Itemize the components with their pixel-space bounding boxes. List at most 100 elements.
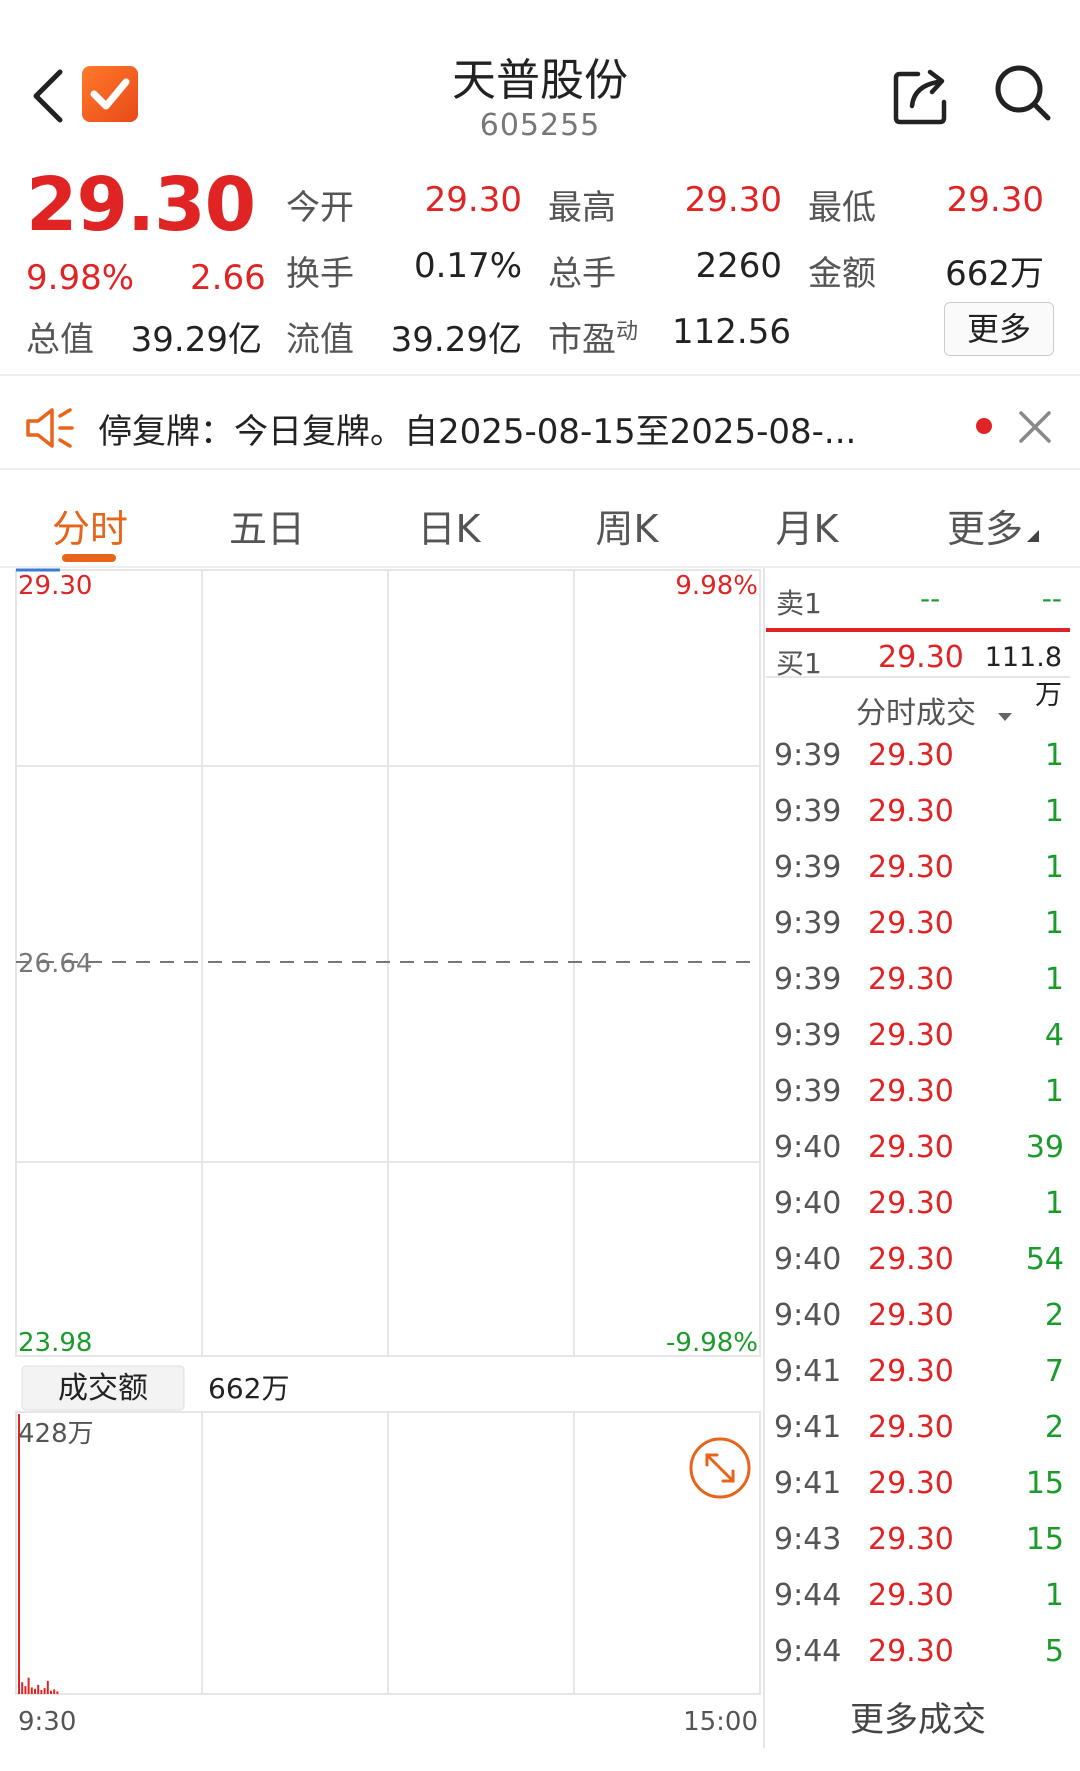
trade-price: 29.30 bbox=[868, 906, 954, 941]
turnover-value: 0.17% bbox=[413, 246, 522, 286]
pe-label-sup: 动 bbox=[616, 319, 639, 345]
divider bbox=[766, 676, 1070, 678]
tab-intraday[interactable]: 分时 bbox=[44, 498, 136, 553]
trade-row: 9:44 29.30 5 bbox=[774, 1634, 1064, 1690]
trade-volume: 15 bbox=[1025, 1522, 1064, 1557]
trade-time: 9:40 bbox=[774, 1130, 842, 1165]
volume-bar bbox=[40, 1690, 43, 1694]
volume-bar bbox=[27, 1677, 30, 1694]
share-icon[interactable] bbox=[892, 64, 954, 126]
volume-bar bbox=[24, 1686, 27, 1694]
close-icon[interactable] bbox=[1018, 410, 1052, 444]
divider bbox=[0, 468, 1080, 470]
notice-unread-dot bbox=[976, 418, 992, 434]
tab-more-label: 更多 bbox=[946, 507, 1023, 551]
tab-five-day[interactable]: 五日 bbox=[222, 498, 312, 553]
tab-weekly-k[interactable]: 周K bbox=[582, 498, 672, 553]
header: 天普股份 605255 bbox=[0, 0, 1080, 160]
trade-time: 9:44 bbox=[774, 1634, 842, 1669]
trade-price: 29.30 bbox=[868, 1634, 954, 1669]
turnover-label: 换手 bbox=[286, 254, 354, 294]
low-label: 最低 bbox=[808, 188, 876, 228]
tab-monthly-k[interactable]: 月K bbox=[762, 498, 852, 553]
trade-volume: 15 bbox=[1025, 1466, 1064, 1501]
tab-daily-k[interactable]: 日K bbox=[404, 498, 494, 553]
trade-volume: 1 bbox=[1044, 906, 1064, 941]
intraday-chart[interactable]: 29.30 9.98% 26.64 23.98 -9.98% 成交额 662万 … bbox=[0, 568, 766, 1748]
trade-price: 29.30 bbox=[868, 1298, 954, 1333]
trade-time: 9:39 bbox=[774, 1018, 842, 1053]
volume-value: 2260 bbox=[695, 246, 782, 286]
trade-time: 9:44 bbox=[774, 1578, 842, 1613]
pct-axis-top-label: 9.98% bbox=[675, 571, 758, 601]
volume-bar bbox=[30, 1687, 33, 1694]
caret-down-icon bbox=[1027, 530, 1039, 542]
trade-time: 9:40 bbox=[774, 1186, 842, 1221]
volume-max-label: 428万 bbox=[18, 1419, 94, 1449]
low-value: 29.30 bbox=[946, 180, 1044, 220]
trade-volume: 7 bbox=[1044, 1354, 1064, 1389]
open-label: 今开 bbox=[286, 188, 354, 228]
bid-ask-separator bbox=[766, 628, 1070, 632]
trade-volume: 2 bbox=[1044, 1410, 1064, 1445]
trade-time: 9:41 bbox=[774, 1466, 842, 1501]
trade-time: 9:41 bbox=[774, 1410, 842, 1445]
trade-row: 9:39 29.30 1 bbox=[774, 850, 1064, 906]
ticks-header[interactable]: 分时成交 bbox=[856, 688, 1014, 732]
trade-price: 29.30 bbox=[868, 1410, 954, 1445]
trade-price: 29.30 bbox=[868, 1522, 954, 1557]
open-value: 29.30 bbox=[424, 180, 522, 220]
volume-bar bbox=[37, 1684, 40, 1694]
trade-price: 29.30 bbox=[868, 962, 954, 997]
pe-label-text: 市盈 bbox=[548, 320, 616, 360]
sell1-label: 卖1 bbox=[776, 587, 822, 620]
change-amount: 2.66 bbox=[190, 258, 266, 298]
search-icon[interactable] bbox=[992, 62, 1054, 124]
market-cap-value: 39.29亿 bbox=[130, 320, 262, 360]
trade-row: 9:39 29.30 4 bbox=[774, 1018, 1064, 1074]
trade-volume: 2 bbox=[1044, 1298, 1064, 1333]
trade-row: 9:40 29.30 39 bbox=[774, 1130, 1064, 1186]
caret-down-icon bbox=[997, 713, 1012, 721]
trade-volume: 1 bbox=[1044, 962, 1064, 997]
trade-time: 9:40 bbox=[774, 1242, 842, 1277]
current-price: 29.30 bbox=[26, 162, 256, 248]
trade-time: 9:39 bbox=[774, 962, 842, 997]
trade-time: 9:39 bbox=[774, 738, 842, 773]
trade-volume: 4 bbox=[1044, 1018, 1064, 1053]
trade-volume: 1 bbox=[1044, 1186, 1064, 1221]
notice-text[interactable]: 停复牌：今日复牌。自2025-08-15至2025-08-... bbox=[98, 404, 856, 453]
more-fields-button[interactable]: 更多 bbox=[944, 302, 1054, 356]
trade-volume: 1 bbox=[1044, 738, 1064, 773]
trade-volume: 1 bbox=[1044, 1578, 1064, 1613]
trade-row: 9:39 29.30 1 bbox=[774, 906, 1064, 962]
active-tab-indicator bbox=[62, 554, 116, 562]
y-axis-mid-label: 26.64 bbox=[18, 949, 92, 979]
trade-price: 29.30 bbox=[868, 1466, 954, 1501]
trade-time: 9:39 bbox=[774, 1074, 842, 1109]
expand-icon[interactable] bbox=[689, 1437, 751, 1499]
volume-bar bbox=[56, 1691, 59, 1694]
trade-row: 9:41 29.30 7 bbox=[774, 1354, 1064, 1410]
amount-value: 662万 bbox=[945, 254, 1044, 294]
more-trades-button[interactable]: 更多成交 bbox=[766, 1692, 1070, 1741]
trade-row: 9:41 29.30 2 bbox=[774, 1410, 1064, 1466]
trade-price: 29.30 bbox=[868, 1578, 954, 1613]
trade-price: 29.30 bbox=[868, 1130, 954, 1165]
trade-row: 9:40 29.30 54 bbox=[774, 1242, 1064, 1298]
volume-bar bbox=[21, 1682, 24, 1694]
trade-volume: 5 bbox=[1044, 1634, 1064, 1669]
high-label: 最高 bbox=[548, 188, 616, 228]
volume-bar bbox=[34, 1688, 36, 1694]
trade-row: 9:40 29.30 2 bbox=[774, 1298, 1064, 1354]
volume-bars bbox=[18, 1414, 59, 1694]
trade-price: 29.30 bbox=[868, 1186, 954, 1221]
x-axis-start-label: 9:30 bbox=[18, 1707, 76, 1737]
trade-volume: 1 bbox=[1044, 1074, 1064, 1109]
trade-volume: 39 bbox=[1025, 1130, 1064, 1165]
trade-volume: 1 bbox=[1044, 850, 1064, 885]
trade-row: 9:43 29.30 15 bbox=[774, 1522, 1064, 1578]
volume-bar bbox=[46, 1680, 49, 1694]
tab-more[interactable]: 更多 bbox=[938, 498, 1048, 553]
trade-volume: 1 bbox=[1044, 794, 1064, 829]
